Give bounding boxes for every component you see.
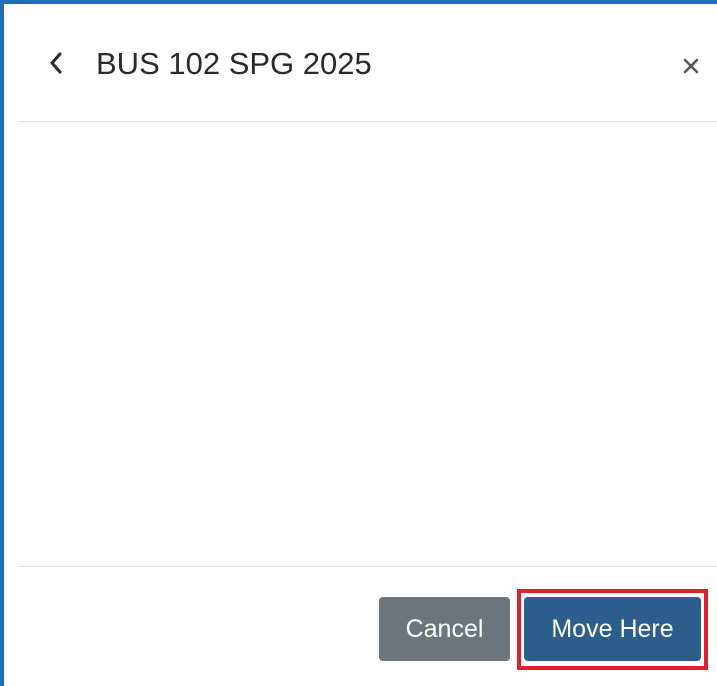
dialog-frame: BUS 102 SPG 2025 Cancel Move Here [0, 0, 717, 686]
move-dialog: BUS 102 SPG 2025 Cancel Move Here [18, 8, 717, 686]
dialog-footer: Cancel Move Here [18, 566, 717, 686]
dialog-header: BUS 102 SPG 2025 [18, 8, 717, 122]
cancel-button[interactable]: Cancel [379, 597, 510, 661]
dialog-title: BUS 102 SPG 2025 [96, 46, 372, 81]
close-button[interactable] [677, 52, 705, 80]
move-here-button[interactable]: Move Here [524, 597, 701, 661]
chevron-left-icon [50, 52, 62, 74]
back-button[interactable] [44, 48, 68, 78]
dialog-body [18, 122, 717, 566]
close-icon [683, 58, 699, 74]
